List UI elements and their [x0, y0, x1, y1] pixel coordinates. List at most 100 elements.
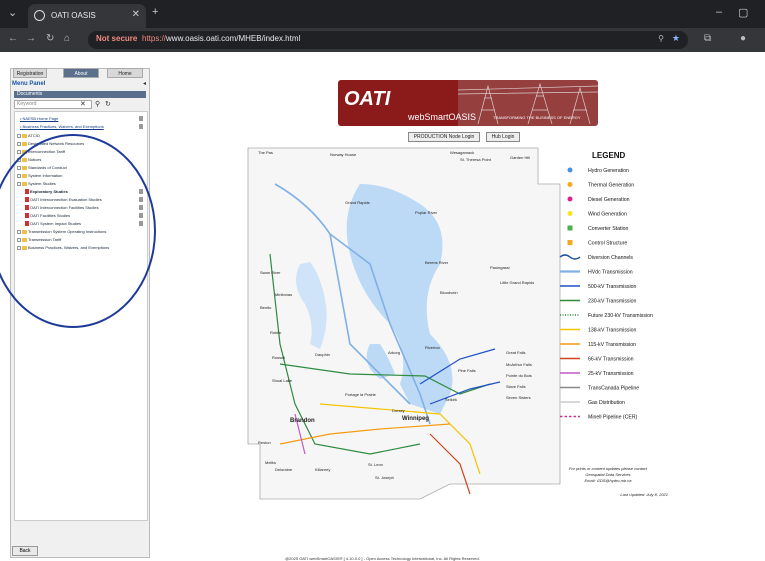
contact-note: For prints or content updates please con… — [569, 466, 648, 471]
close-tab-icon[interactable]: ✕ — [132, 9, 140, 20]
zoom-icon[interactable]: ⚲ — [658, 34, 664, 43]
menu-panel-title: Menu Panel — [12, 81, 46, 87]
map-place-label: Melita — [265, 460, 276, 465]
clear-search-icon[interactable]: ✕ — [80, 100, 86, 108]
browser-tab[interactable]: OATI OASIS ✕ — [28, 4, 146, 28]
legend-label: HVdc Transmission — [588, 270, 633, 276]
not-secure-badge[interactable]: Not secure — [96, 34, 137, 43]
map-place-label: McArthur Falls — [506, 362, 532, 367]
map-place-label: Garden Hill — [510, 155, 530, 160]
map-place-label: Norway House — [330, 152, 357, 157]
tab-home[interactable]: Home — [107, 68, 143, 78]
tree-item-business-practices[interactable]: • Business Practices, Waivers, and Exemp… — [20, 124, 104, 129]
refresh-icon[interactable]: ↻ — [105, 100, 111, 108]
reload-icon[interactable]: ↻ — [46, 33, 54, 44]
map-place-label: Brandon — [290, 418, 315, 424]
map-place-label: Pine Falls — [458, 368, 476, 373]
legend-label: Converter Station — [588, 226, 628, 232]
last-updated: Last Updated: July 8, 2021 — [620, 492, 668, 497]
legend-title: LEGEND — [592, 151, 626, 160]
browser-tab-bar: ⌄ OATI OASIS ✕ + – ▢ — [0, 0, 765, 28]
legend-label: Hydro Generation — [588, 168, 629, 174]
doc-icon — [139, 124, 143, 129]
contact-note: Geospatial Data Services — [585, 472, 630, 477]
product-name: webSmartOASIS — [408, 112, 477, 122]
legend-label: Thermal Generation — [588, 183, 634, 189]
legend-label: Minell Pipeline (CER) — [588, 415, 638, 421]
extensions-icon[interactable]: ⧉ — [704, 33, 711, 44]
forward-icon[interactable]: → — [26, 33, 36, 44]
profile-icon[interactable]: ● — [740, 33, 746, 44]
legend-label: Diesel Generation — [588, 197, 630, 203]
favicon-icon — [34, 10, 45, 21]
map-place-label: St. Joseph — [375, 475, 394, 480]
legend-label: TransCanada Pipeline — [588, 386, 639, 392]
legend-label: 230-kV Transmission — [588, 299, 637, 305]
home-icon[interactable]: ⌂ — [64, 33, 70, 44]
legend-symbol — [567, 182, 573, 187]
legend-label: 66-kV Transmission — [588, 357, 634, 363]
map-place-label: Pointe du Bois — [506, 373, 532, 378]
legend-label: 138-kV Transmission — [588, 328, 637, 334]
minimize-icon[interactable]: – — [716, 6, 722, 18]
contact-email: Email: GDS@hydro.mb.ca — [585, 478, 633, 483]
map-place-label: Dorsey — [392, 408, 405, 413]
tab-registration[interactable]: Registration — [13, 68, 47, 78]
back-button[interactable]: Back — [12, 546, 38, 556]
tab-search-icon[interactable]: ⌄ — [8, 6, 17, 19]
bookmark-star-icon[interactable]: ★ — [672, 33, 680, 44]
map-place-label: Russell — [272, 355, 285, 360]
map-place-label: Pauingassi — [490, 265, 510, 270]
map-place-label: Great Falls — [506, 350, 526, 355]
url-text: https://www.oasis.oati.com/MHEB/index.ht… — [142, 34, 301, 43]
map-place-label: Selkirk — [445, 397, 457, 402]
tree-folder-atcid[interactable]: ATCID — [17, 133, 40, 138]
address-bar[interactable]: Not secure https://www.oasis.oati.com/MH… — [88, 31, 688, 49]
map-place-label: Swan River — [260, 270, 281, 275]
search-icon[interactable]: ⚲ — [95, 100, 100, 108]
maximize-icon[interactable]: ▢ — [738, 6, 748, 19]
legend-symbol — [567, 240, 573, 245]
legend-label: Future 230-kV Transmission — [588, 313, 653, 319]
doc-icon — [139, 116, 143, 121]
browser-nav-bar: ← → ↻ ⌂ Not secure https://www.oasis.oat… — [0, 28, 765, 52]
map-place-label: The Pas — [258, 150, 273, 155]
oati-logo: OATI — [344, 88, 391, 110]
map-place-label: Bloodvein — [440, 290, 458, 295]
legend-label: Diversion Channels — [588, 255, 633, 261]
legend-label: Gas Distribution — [588, 400, 625, 406]
map-place-label: St. Leon — [368, 462, 383, 467]
map-place-label: Dauphin — [315, 352, 330, 357]
map-place-label: Grand Rapids — [345, 200, 370, 205]
documents-header: Documents — [14, 91, 146, 98]
footer-copyright: @2025 OATI webSmartOASIS® [ 4.10.0.0 ] -… — [285, 556, 480, 561]
map-place-label: Berens River — [425, 260, 449, 265]
tab-title: OATI OASIS — [51, 11, 96, 20]
hub-login-button[interactable]: Hub Login — [486, 132, 520, 142]
legend-symbol — [567, 167, 573, 173]
map-place-label: Wesagamack — [450, 150, 474, 155]
map-place-label: Arborg — [388, 350, 400, 355]
back-icon[interactable]: ← — [8, 33, 18, 44]
manitoba-transmission-map[interactable]: The Pas Norway House Wesagamack St. Ther… — [220, 144, 675, 536]
page-content: Registration About Home Menu Panel ◂ Doc… — [0, 52, 765, 561]
legend-label: Control Structure — [588, 241, 627, 247]
map-place-label: Reston — [258, 440, 271, 445]
tree-item-naesb[interactable]: • NAESB Home Page — [20, 116, 58, 121]
map-place-label: Slave Falls — [506, 384, 526, 389]
map-place-label: Little Grand Rapids — [500, 280, 534, 285]
map-place-label: St. Theresa Point — [460, 157, 492, 162]
map-place-label: Seven Sisters — [506, 395, 531, 400]
legend-symbol — [567, 211, 573, 216]
map-place-label: Riverton — [425, 345, 440, 350]
legend-label: 25-kV Transmission — [588, 371, 634, 377]
production-login-button[interactable]: PRODUCTION Node Login — [408, 132, 480, 142]
legend-label: 115-kV Transmission — [588, 342, 636, 348]
map-place-label: Roblin — [270, 330, 281, 335]
tab-about[interactable]: About — [63, 68, 99, 78]
map-place-label: Killarney — [315, 467, 330, 472]
new-tab-icon[interactable]: + — [152, 6, 158, 18]
legend-label: Wind Generation — [588, 212, 627, 218]
collapse-panel-icon[interactable]: ◂ — [143, 80, 146, 87]
map-place-label: Poplar River — [415, 210, 438, 215]
